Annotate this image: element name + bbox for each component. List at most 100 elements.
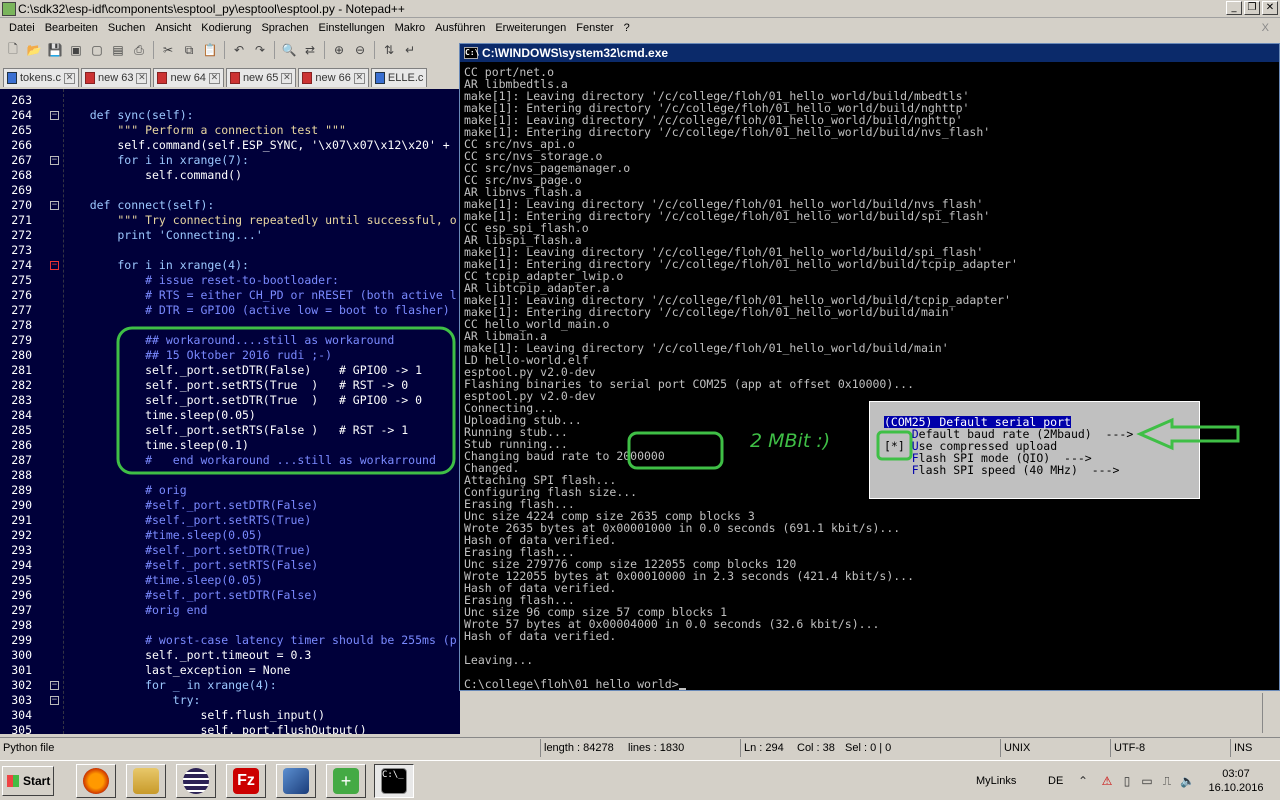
code-line[interactable]: 302 for _ in xrange(4): −	[0, 678, 460, 693]
code-line[interactable]: 272 print 'Connecting...'	[0, 228, 460, 243]
find-icon[interactable]: 🔍	[280, 41, 298, 59]
menu-file[interactable]: Datei	[4, 19, 40, 37]
code-line[interactable]: 300 self._port.timeout = 0.3	[0, 648, 460, 663]
code-line[interactable]: 292 #time.sleep(0.05)	[0, 528, 460, 543]
save-all-icon[interactable]: ▣	[67, 41, 85, 59]
close-button[interactable]: ✕	[1262, 1, 1278, 15]
code-line[interactable]: 264 def sync(self): −	[0, 108, 460, 123]
menu-help[interactable]: ?	[619, 19, 635, 37]
tab-new-65[interactable]: new 65 ✕	[225, 68, 297, 87]
zoom-out-icon[interactable]: ⊖	[351, 41, 369, 59]
tab-tokens-c[interactable]: tokens.c ✕	[3, 68, 79, 87]
network-warning-icon[interactable]: ⚠	[1100, 774, 1114, 788]
tab-new-64[interactable]: new 64 ✕	[153, 68, 224, 87]
fold-toggle-icon[interactable]: −	[50, 681, 59, 690]
menu-close-doc-button[interactable]: X	[1257, 19, 1274, 37]
vertical-scrollbar[interactable]	[1262, 693, 1278, 733]
code-line[interactable]: 278	[0, 318, 460, 333]
copy-icon[interactable]: ⧉	[180, 41, 198, 59]
replace-icon[interactable]: ⇄	[301, 41, 319, 59]
code-line[interactable]: 266 self.command(self.ESP_SYNC, '\x07\x0…	[0, 138, 460, 153]
code-line[interactable]: 299 # worst-case latency timer should be…	[0, 633, 460, 648]
zoom-in-icon[interactable]: ⊕	[330, 41, 348, 59]
cut-icon[interactable]: ✂	[159, 41, 177, 59]
tab-close-icon[interactable]: ✕	[353, 72, 365, 84]
fold-toggle-icon[interactable]: −	[50, 261, 59, 270]
code-line[interactable]: 282 self._port.setRTS(True ) # RST -> 0	[0, 378, 460, 393]
menu-edit[interactable]: Bearbeiten	[40, 19, 103, 37]
code-line[interactable]: 297 #orig end	[0, 603, 460, 618]
code-line[interactable]: 296 #self._port.setDTR(False)	[0, 588, 460, 603]
redo-icon[interactable]: ↷	[251, 41, 269, 59]
close-file-icon[interactable]: ▢	[88, 41, 106, 59]
code-line[interactable]: 265 """ Perform a connection test """	[0, 123, 460, 138]
new-file-icon[interactable]: 🗋	[4, 41, 22, 59]
menu-settings[interactable]: Einstellungen	[314, 19, 390, 37]
save-icon[interactable]: 💾	[46, 41, 64, 59]
code-line[interactable]: 263	[0, 93, 460, 108]
code-line[interactable]: 284 time.sleep(0.05)	[0, 408, 460, 423]
code-line[interactable]: 304 self.flush_input()	[0, 708, 460, 723]
taskbar-cmd[interactable]: C:\_	[374, 764, 414, 798]
code-line[interactable]: 268 self.command()	[0, 168, 460, 183]
print-icon[interactable]: ⎙	[130, 41, 148, 59]
menu-encoding[interactable]: Kodierung	[196, 19, 256, 37]
fold-toggle-icon[interactable]: −	[50, 111, 59, 120]
code-line[interactable]: 273	[0, 243, 460, 258]
network-icon[interactable]: ⎍	[1160, 774, 1174, 788]
start-button[interactable]: Start	[2, 766, 54, 796]
tab-close-icon[interactable]: ✕	[281, 72, 293, 84]
menu-plugins[interactable]: Erweiterungen	[490, 19, 571, 37]
undo-icon[interactable]: ↶	[230, 41, 248, 59]
fold-toggle-icon[interactable]: −	[50, 156, 59, 165]
taskbar-filezilla[interactable]: Fz	[226, 764, 266, 798]
code-line[interactable]: 277 # DTR = GPIO0 (active low = boot to …	[0, 303, 460, 318]
menu-search[interactable]: Suchen	[103, 19, 150, 37]
tab-close-icon[interactable]: ✕	[136, 72, 148, 84]
open-file-icon[interactable]: 📂	[25, 41, 43, 59]
menuconfig-item[interactable]: Flash SPI speed (40 MHz) --->	[884, 464, 1120, 476]
safely-remove-icon[interactable]: ▯	[1120, 774, 1134, 788]
volume-icon[interactable]: 🔈	[1180, 774, 1195, 788]
code-line[interactable]: 269	[0, 183, 460, 198]
code-line[interactable]: 286 time.sleep(0.1)	[0, 438, 460, 453]
code-line[interactable]: 270 def connect(self): −	[0, 198, 460, 213]
menu-language[interactable]: Sprachen	[256, 19, 313, 37]
clock[interactable]: 03:07 16.10.2016	[1208, 764, 1264, 798]
code-line[interactable]: 287 # end workaround ...still as workarr…	[0, 453, 460, 468]
taskbar-eclipse[interactable]	[176, 764, 216, 798]
minimize-button[interactable]: _	[1226, 1, 1242, 15]
paste-icon[interactable]: 📋	[201, 41, 219, 59]
code-line[interactable]: 274 for i in xrange(4): −	[0, 258, 460, 273]
code-line[interactable]: 290 #self._port.setDTR(False)	[0, 498, 460, 513]
code-line[interactable]: 279 ## workaround....still as workaround	[0, 333, 460, 348]
tab-close-icon[interactable]: ✕	[63, 72, 75, 84]
code-line[interactable]: 283 self._port.setDTR(True ) # GPIO0 -> …	[0, 393, 460, 408]
menu-run[interactable]: Ausführen	[430, 19, 490, 37]
code-line[interactable]: 301 last_exception = None	[0, 663, 460, 678]
console-output[interactable]: CC port/net.o AR libmbedtls.a make[1]: Lea…	[460, 64, 1279, 690]
close-all-icon[interactable]: ▤	[109, 41, 127, 59]
chevron-up-icon[interactable]: ⌃	[1076, 774, 1090, 788]
code-line[interactable]: 291 #self._port.setRTS(True)	[0, 513, 460, 528]
word-wrap-icon[interactable]: ↵	[401, 41, 419, 59]
code-line[interactable]: 276 # RTS = either CH_PD or nRESET (both…	[0, 288, 460, 303]
code-line[interactable]: 275 # issue reset-to-bootloader:	[0, 273, 460, 288]
mylinks-toolbar[interactable]: MyLinks	[976, 764, 1016, 798]
display-icon[interactable]: ▭	[1140, 774, 1154, 788]
code-line[interactable]: 281 self._port.setDTR(False) # GPIO0 -> …	[0, 363, 460, 378]
code-line[interactable]: 305 self._port.flushOutput()	[0, 723, 460, 734]
code-line[interactable]: 293 #self._port.setDTR(True)	[0, 543, 460, 558]
maximize-button[interactable]: ❐	[1244, 1, 1260, 15]
tab-elle-c[interactable]: ELLE.c	[370, 68, 428, 87]
code-line[interactable]: 267 for i in xrange(7): −	[0, 153, 460, 168]
code-line[interactable]: 285 self._port.setRTS(False ) # RST -> 1	[0, 423, 460, 438]
menu-window[interactable]: Fenster	[571, 19, 618, 37]
fold-toggle-icon[interactable]: −	[50, 696, 59, 705]
taskbar-tortoise[interactable]: +	[326, 764, 366, 798]
code-line[interactable]: 303 try: −	[0, 693, 460, 708]
code-line[interactable]: 271 """ Try connecting repeatedly until …	[0, 213, 460, 228]
tab-new-66[interactable]: new 66 ✕	[298, 68, 369, 87]
tab-close-icon[interactable]: ✕	[208, 72, 220, 84]
fold-toggle-icon[interactable]: −	[50, 201, 59, 210]
